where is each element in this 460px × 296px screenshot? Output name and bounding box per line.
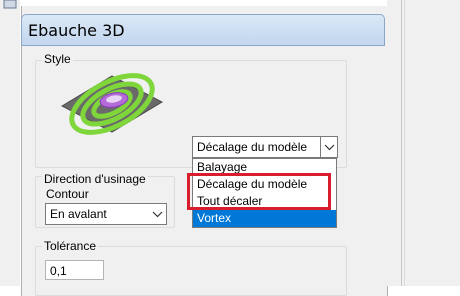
toolpath-preview-icon <box>60 73 164 135</box>
style-combobox-value: Décalage du modèle <box>197 140 308 154</box>
direction-contour-label: Contour <box>46 187 89 201</box>
pane-divider[interactable] <box>401 0 402 286</box>
style-group-label: Style <box>42 52 73 66</box>
option-label: Vortex <box>197 211 232 225</box>
direction-combobox-value: En avalant <box>50 207 107 221</box>
pane-divider-inner <box>404 0 405 286</box>
tolerance-group-label: Tolérance <box>42 239 99 253</box>
option-label: Balayage <box>197 160 248 174</box>
style-combobox-arrow[interactable] <box>320 137 337 157</box>
red-highlight-box <box>187 173 331 210</box>
direction-group-label: Direction d'usinage <box>42 172 148 186</box>
right-pane <box>387 0 460 286</box>
dropdown-option-vortex[interactable]: Vortex <box>193 210 336 227</box>
direction-combobox[interactable]: En avalant <box>45 203 167 225</box>
chevron-down-icon <box>324 144 335 151</box>
style-combobox[interactable]: Décalage du modèle <box>192 136 338 158</box>
panel-title: Ebauche 3D <box>28 21 125 40</box>
partial-icon <box>3 0 17 9</box>
panel-title-bar[interactable]: Ebauche 3D <box>21 14 385 46</box>
left-strip <box>0 0 20 286</box>
tolerance-input[interactable]: 0,1 <box>45 260 104 280</box>
direction-combobox-arrow[interactable] <box>149 204 166 224</box>
tolerance-value: 0,1 <box>50 264 67 278</box>
chevron-down-icon <box>152 211 163 218</box>
